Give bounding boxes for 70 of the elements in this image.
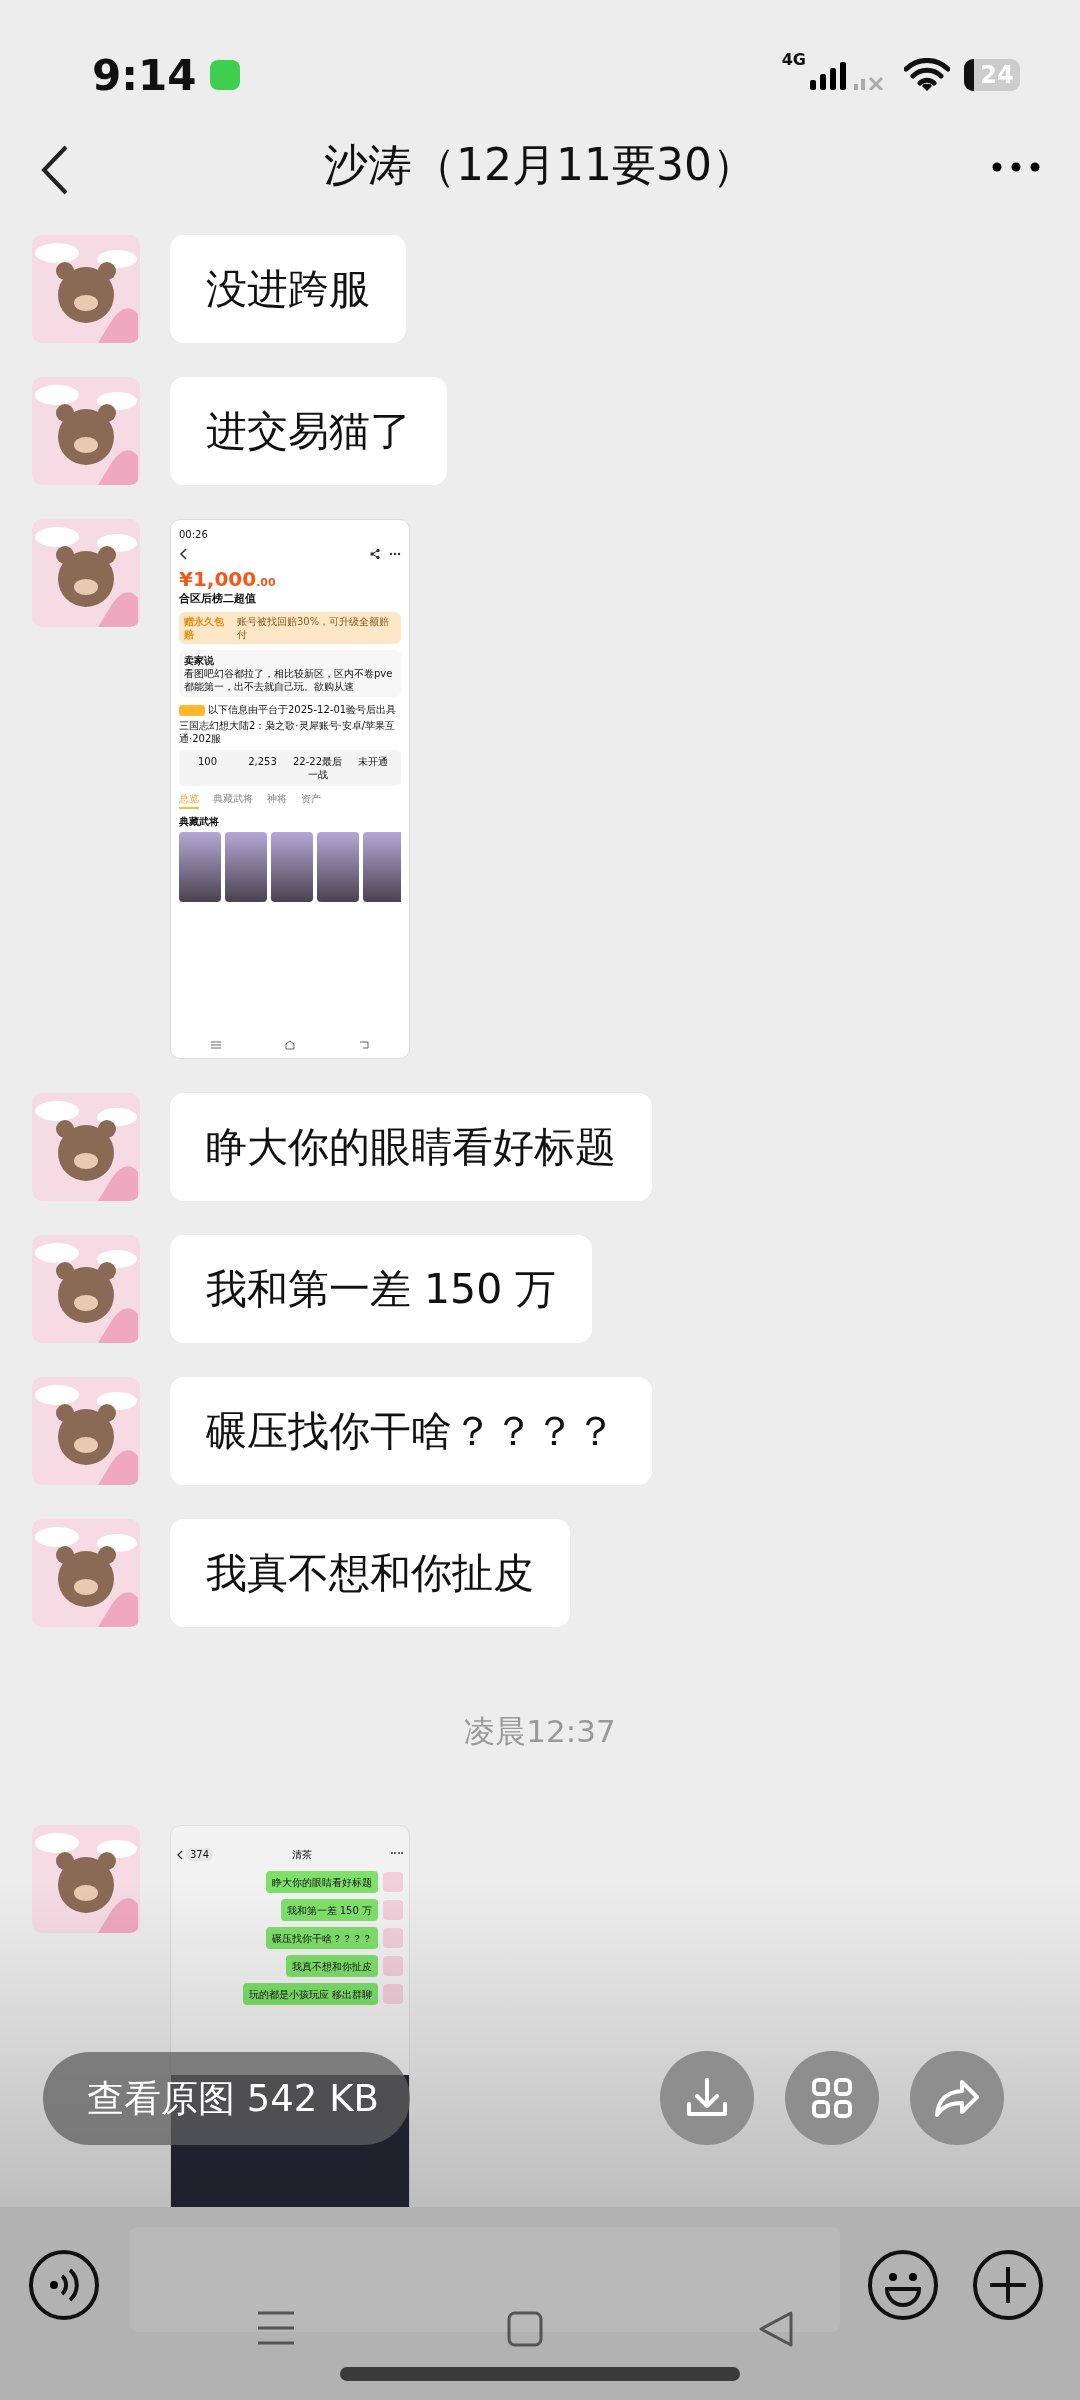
network-type: 4G (781, 50, 806, 69)
tab[interactable]: 典藏武将 (213, 792, 253, 810)
message-bubble[interactable]: 碾压找你干啥？？？？ (170, 1377, 652, 1485)
photo-placeholder (363, 832, 401, 903)
price-text: ¥1,000.00 (179, 566, 277, 592)
seller-note: 看图吧幻谷都拉了，相比较新区，区内不卷pve都能第一，出不去就自己玩。欲购从速 (184, 667, 394, 694)
message-bubble[interactable]: 我真不想和你扯皮 (170, 1519, 570, 1627)
plus-icon[interactable] (972, 2249, 1044, 2321)
clock: 9:14 (92, 50, 197, 100)
stat-value: 22-22最后一战 (291, 755, 344, 782)
timestamp: 凌晨12:37 (463, 1712, 617, 1751)
avatar-drawing[interactable] (32, 519, 140, 627)
avatar-drawing (383, 1928, 403, 1948)
message-bubble: 睁大你的眼睛看好标题 (266, 1871, 378, 1893)
tab[interactable]: 神将 (267, 792, 287, 810)
home-icon[interactable] (507, 2311, 543, 2347)
seller-label: 卖家说 (184, 654, 215, 668)
share-icon (369, 548, 381, 560)
avatar-drawing[interactable] (32, 1377, 140, 1485)
voice-icon[interactable] (28, 2249, 100, 2321)
more-icon[interactable] (992, 162, 1040, 172)
menu-icon[interactable] (258, 2311, 294, 2345)
thumbnail-time: 00:26 (179, 527, 208, 541)
avatar-drawing[interactable] (32, 1519, 140, 1627)
photo-placeholder (271, 832, 313, 903)
message-bubble[interactable]: 我和第一差 150 万 (170, 1235, 593, 1343)
avatar-drawing[interactable] (32, 1093, 140, 1201)
grid-icon (811, 2077, 853, 2119)
avatar-drawing[interactable] (32, 1825, 140, 1933)
stat-value: 2,253 (247, 755, 278, 770)
message-bubble[interactable]: 没进跨服 (170, 235, 406, 343)
avatar-drawing (383, 1956, 403, 1976)
guarantee-banner[interactable]: 赠永久包赔 账号被找回赔30%，可升级全额赔付 (179, 612, 401, 645)
message-icon (210, 60, 241, 90)
avatar-drawing[interactable] (32, 377, 140, 485)
photo-placeholder (179, 832, 221, 903)
wifi-icon (904, 58, 950, 92)
more-icon (391, 1852, 403, 1857)
tab[interactable]: 资产 (301, 792, 321, 810)
listing-title: 合区后榜二超值 (179, 592, 257, 607)
message-bubble: 我和第一差 150 万 (280, 1899, 378, 1921)
more-icon (389, 552, 401, 556)
photo-placeholder (317, 832, 359, 903)
message-bubble: 玩的都是小孩玩应 移出群聊 (242, 1983, 378, 2005)
account-info: 三国志幻想大陆2：枭之歌·灵犀账号·安卓/苹果互通·202服 (179, 719, 397, 746)
message-input[interactable] (130, 2227, 840, 2332)
avatar-drawing (383, 1872, 403, 1892)
emoji-icon[interactable] (867, 2249, 939, 2321)
back-icon (179, 548, 187, 560)
photo-placeholder (225, 832, 267, 903)
avatar-drawing (383, 1984, 403, 2004)
back-icon (177, 1849, 183, 1860)
message-bubble[interactable]: 进交易猫了 (170, 377, 447, 485)
message-bubble: 碾压找你干啥？？？？ (266, 1927, 378, 1949)
avatar-drawing[interactable] (32, 1235, 140, 1343)
section-title: 典藏武将 (179, 815, 220, 829)
view-original-button[interactable]: 查看原图 542 KB (43, 2052, 410, 2145)
report-note: 以下信息由平台于2025-12-01验号后出具 (179, 703, 401, 717)
message-bubble: 我真不想和你扯皮 (286, 1955, 378, 1977)
back-icon[interactable] (40, 144, 70, 196)
message-bubble[interactable]: 睁大你的眼睛看好标题 (170, 1093, 652, 1201)
chat-title: 清茶 (292, 1848, 313, 1861)
screenshot-thumbnail[interactable]: 00:26 ¥1,000.00 合区后榜二超值 赠永久包赔 账号被找回赔30%，可升级全额赔付 卖家说 看图吧幻谷都拉了，相比较新区，区内不卷pve都能第一，出不去就自己玩。欲购从速 以下信息由平台于2025-12-01验号后出具 三国志幻想大陆2：枭之歌·灵犀账号·安卓/苹果互通·202服 100 2,253 22-22最后一战 未开通 总览 典藏武将 神将 资产 典藏武将 (170, 519, 410, 1059)
avatar-drawing[interactable] (32, 235, 140, 343)
stat-value: 未开通 (356, 755, 389, 770)
stat-value: 100 (196, 755, 219, 770)
chat-title: 沙涛（12月11要30） (324, 137, 756, 192)
back-count: 374 (186, 1848, 214, 1861)
share-icon (934, 2078, 980, 2118)
avatar-drawing (383, 1900, 403, 1920)
